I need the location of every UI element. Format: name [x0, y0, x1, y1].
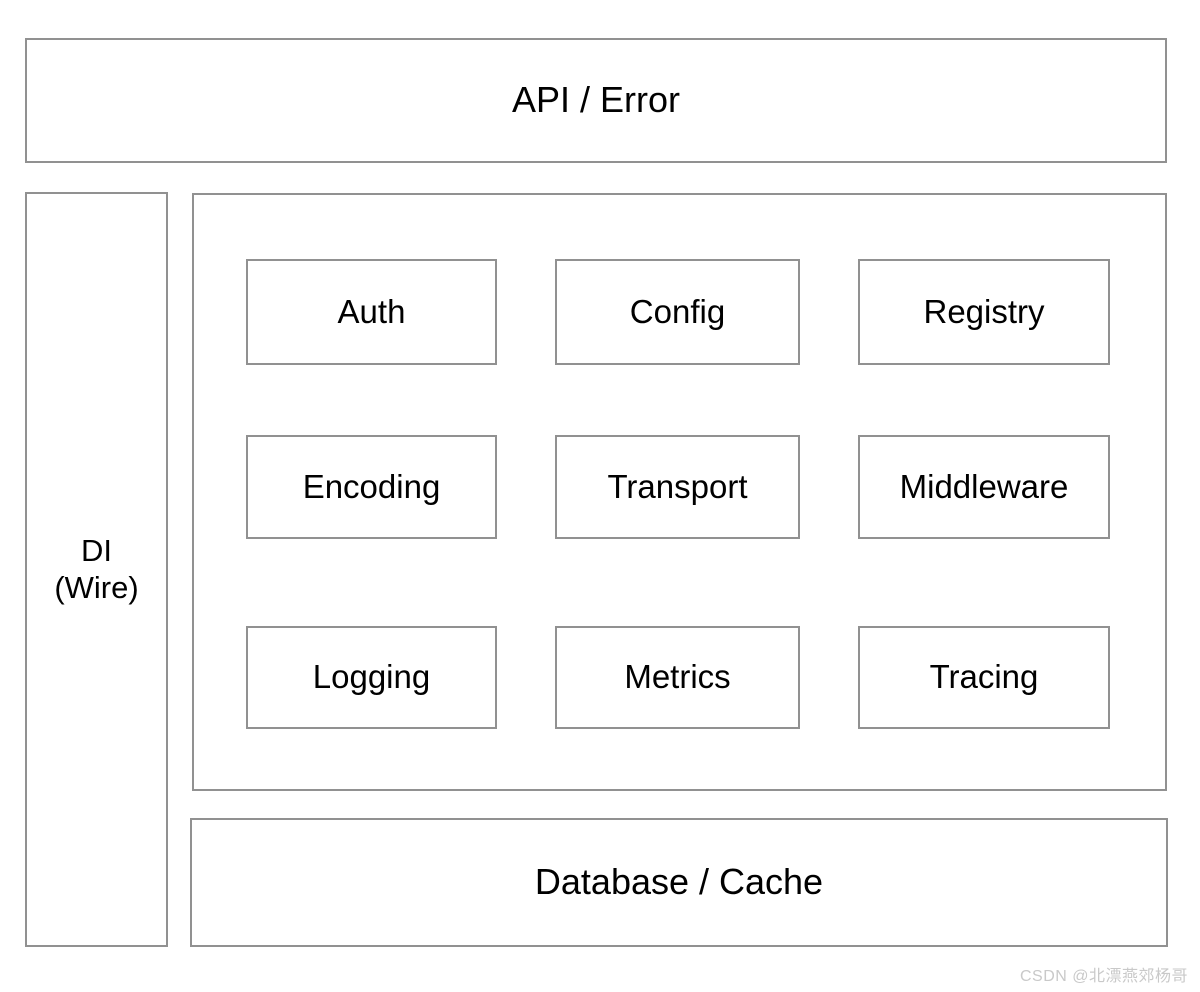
component-logging-label: Logging [312, 658, 431, 696]
di-label-line-2: (Wire) [54, 569, 139, 605]
component-auth: Auth [246, 259, 497, 365]
component-transport: Transport [555, 435, 800, 539]
component-registry-label: Registry [923, 292, 1045, 330]
component-metrics: Metrics [555, 626, 800, 729]
component-registry: Registry [858, 259, 1110, 365]
component-middleware: Middleware [858, 435, 1110, 539]
architecture-diagram: API / Error DI (Wire) Auth Config Regist… [0, 0, 1200, 992]
component-tracing: Tracing [858, 626, 1110, 729]
component-logging: Logging [246, 626, 497, 729]
component-auth-label: Auth [337, 292, 406, 330]
component-encoding-label: Encoding [302, 467, 441, 505]
api-error-layer: API / Error [25, 38, 1167, 163]
component-encoding: Encoding [246, 435, 497, 539]
core-components-container: Auth Config Registry Encoding Transport … [192, 193, 1167, 791]
component-tracing-label: Tracing [929, 658, 1039, 696]
database-cache-label: Database / Cache [534, 861, 824, 903]
di-wire-layer: DI (Wire) [25, 192, 168, 947]
component-transport-label: Transport [607, 467, 748, 505]
component-middleware-label: Middleware [899, 467, 1069, 505]
database-cache-layer: Database / Cache [190, 818, 1168, 947]
api-error-label: API / Error [511, 79, 681, 121]
csdn-watermark: CSDN @北漂燕郊杨哥 [1019, 968, 1188, 985]
component-config: Config [555, 259, 800, 365]
di-label-line-1: DI [81, 532, 112, 568]
component-metrics-label: Metrics [624, 658, 731, 696]
component-config-label: Config [629, 292, 726, 330]
